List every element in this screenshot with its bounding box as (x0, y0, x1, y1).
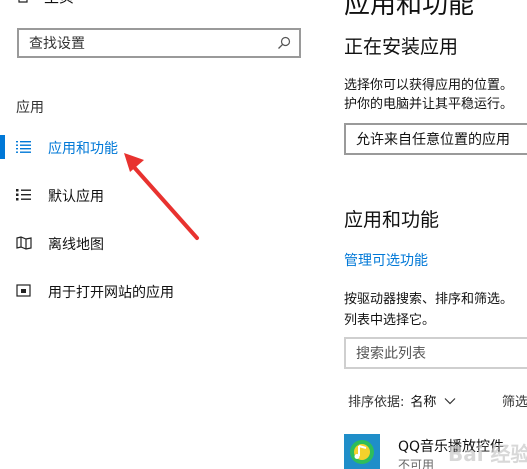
sidebar-item-label: 离线地图 (48, 237, 104, 253)
app-status: 不可用 (398, 458, 435, 469)
settings-search-input[interactable]: 查找设置 (17, 28, 301, 58)
left-pane: 主页 查找设置 应用 应用和功能 (0, 0, 322, 469)
active-indicator (0, 135, 5, 159)
search-placeholder: 搜索此列表 (356, 346, 426, 362)
dropdown-value: 允许来自任意位置的应用 (356, 132, 510, 148)
filter-dropdown[interactable]: 筛选 (502, 391, 527, 410)
sort-dropdown[interactable]: 排序依据: 名称 (348, 391, 456, 410)
apps-list-icon (16, 141, 31, 153)
install-heading: 正在安装应用 (344, 36, 459, 58)
sidebar-item-default-apps[interactable]: 默认应用 (0, 177, 322, 213)
home-nav-item[interactable]: 主页 (16, 0, 74, 6)
search-icon (278, 36, 291, 49)
right-pane: 应用和功能 正在安装应用 选择你可以获得应用的位置。 护你的电脑并让其平稳运行。… (344, 0, 527, 469)
indicator (0, 279, 5, 303)
search-placeholder: 查找设置 (29, 36, 85, 52)
apps-description: 按驱动器搜索、排序和筛选。 列表中选择它。 (344, 289, 513, 331)
page-title: 应用和功能 (344, 0, 475, 20)
manage-optional-features-link[interactable]: 管理可选功能 (344, 250, 428, 270)
open-website-icon (16, 284, 31, 297)
section-label-apps: 应用 (16, 100, 44, 116)
apps-desc-line: 按驱动器搜索、排序和筛选。 (344, 292, 514, 307)
settings-window: 主页 查找设置 应用 应用和功能 (0, 0, 527, 469)
indicator (0, 183, 5, 207)
home-icon (18, 0, 28, 3)
app-list-item[interactable]: QQ音乐播放控件 不可用 (344, 434, 527, 469)
sidebar-item-label: 默认应用 (48, 189, 104, 205)
default-apps-icon (16, 189, 31, 201)
install-desc-line: 护你的电脑并让其平稳运行。 (344, 97, 514, 112)
sort-value: 名称 (410, 395, 437, 410)
apps-heading: 应用和功能 (344, 209, 440, 231)
sidebar-item-label: 用于打开网站的应用 (48, 285, 174, 301)
sidebar-item-apps-features[interactable]: 应用和功能 (0, 129, 322, 165)
sidebar-item-apps-for-websites[interactable]: 用于打开网站的应用 (0, 273, 322, 309)
qq-music-app-icon (344, 434, 380, 469)
app-list-search-input[interactable]: 搜索此列表 (344, 337, 527, 369)
chevron-down-icon (444, 397, 456, 404)
install-description: 选择你可以获得应用的位置。 护你的电脑并让其平稳运行。 (344, 76, 527, 114)
offline-map-icon (16, 236, 32, 250)
sidebar-item-offline-maps[interactable]: 离线地图 (0, 225, 322, 261)
install-source-dropdown[interactable]: 允许来自任意位置的应用 (344, 123, 527, 155)
sort-label: 排序依据: (348, 395, 405, 410)
app-name: QQ音乐播放控件 (398, 439, 505, 455)
indicator (0, 231, 5, 255)
sidebar-item-label: 应用和功能 (48, 141, 118, 157)
home-label: 主页 (44, 0, 74, 7)
apps-desc-line: 列表中选择它。 (344, 313, 436, 328)
install-desc-line: 选择你可以获得应用的位置。 (344, 78, 514, 93)
